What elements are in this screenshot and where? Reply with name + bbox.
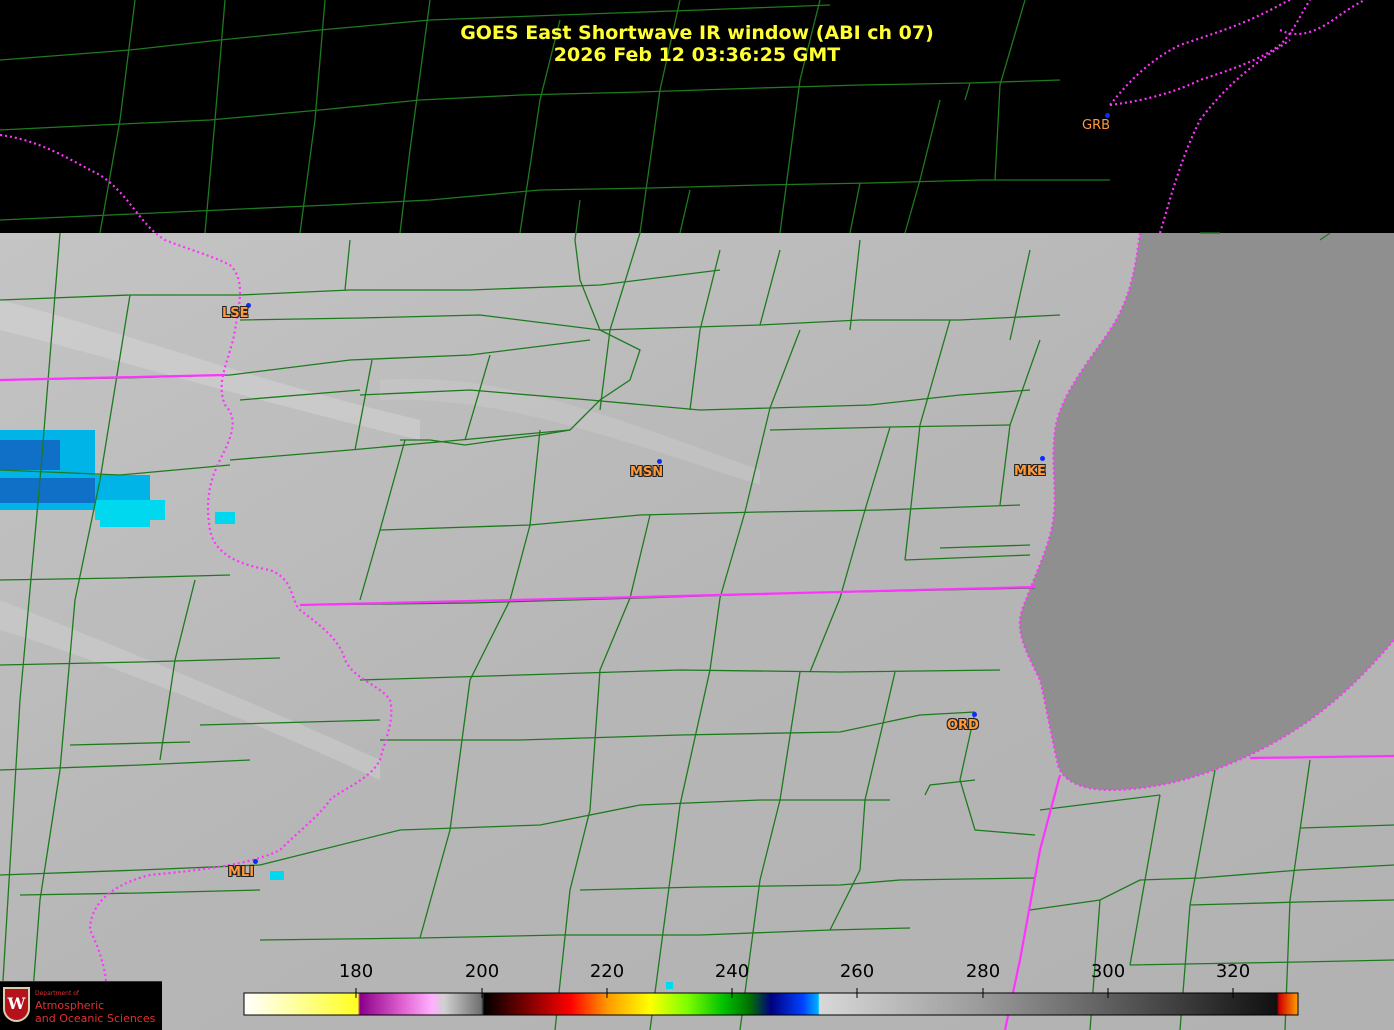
logo-line-1: Atmospheric [35,999,105,1012]
colorbar-tick-label: 280 [965,961,1001,982]
colorbar-tick-label: 180 [338,961,374,982]
city-marker-ord [972,712,977,717]
image-timestamp: 2026 Feb 12 03:36:25 GMT [553,44,841,66]
city-marker-mke [1040,456,1045,461]
colorbar-bar [243,992,1299,1016]
satellite-image-view: GOES East Shortwave IR window (ABI ch 07… [0,0,1394,1030]
city-marker-mli [253,859,258,864]
colorbar-tick-label: 240 [714,961,750,982]
map-canvas [0,0,1394,1030]
logo-department-text: Department of [35,990,79,997]
city-label-msn: MSN [630,465,664,480]
city-label-mke: MKE [1014,464,1046,479]
city-label-mli: MLI [228,865,255,880]
uw-shield-icon: W [3,987,30,1022]
city-label-grb: GRB [1082,118,1111,133]
city-marker-msn [657,459,662,464]
city-label-ord: ORD [947,718,979,733]
colorbar-tick-label: 300 [1090,961,1126,982]
aos-logo: W Department of Atmospheric and Oceanic … [0,981,162,1030]
image-title: GOES East Shortwave IR window (ABI ch 07… [460,22,934,44]
logo-line-2: and Oceanic Sciences [35,1012,156,1025]
colorbar-tick-label: 320 [1215,961,1251,982]
colorbar-tick-label: 200 [464,961,500,982]
city-label-lse: LSE [222,306,249,321]
colorbar-tick-label: 260 [839,961,875,982]
colorbar-tick-label: 220 [589,961,625,982]
